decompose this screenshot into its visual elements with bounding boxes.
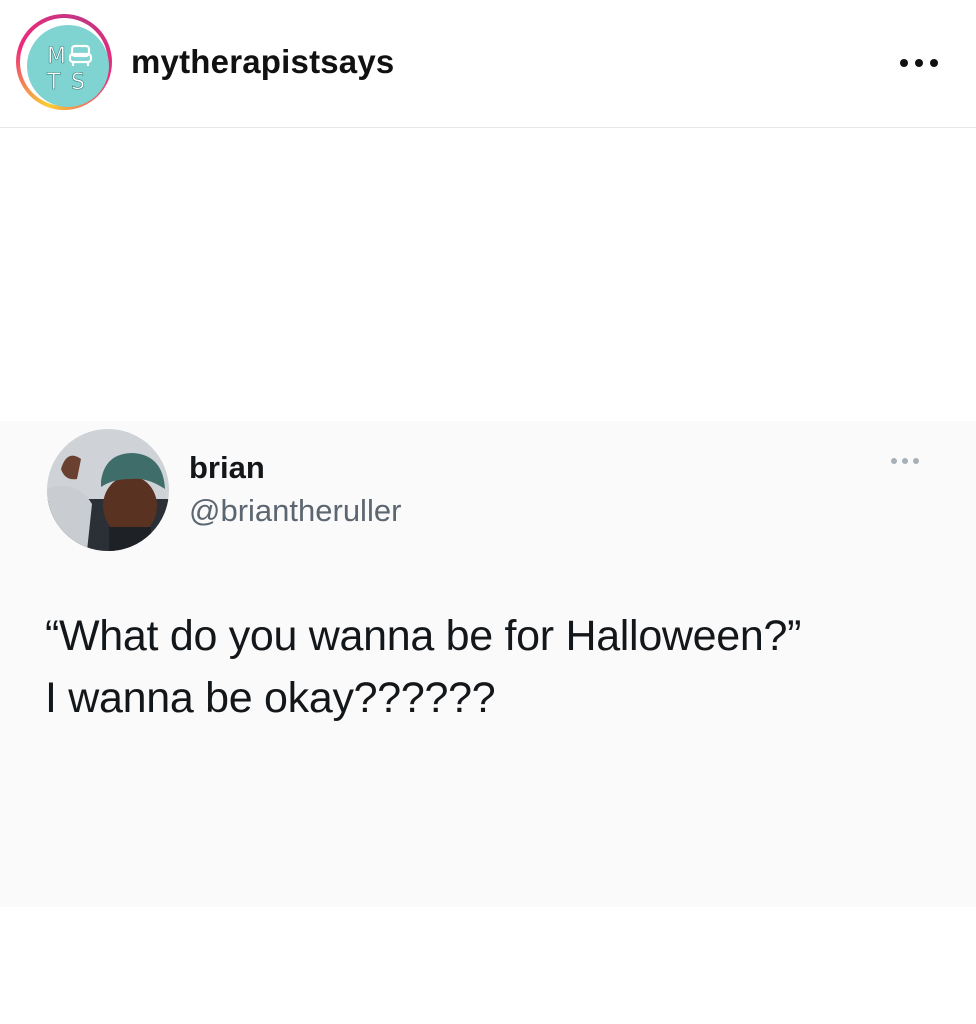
instagram-post: M T S mytherapistsays brian @briantherul…	[0, 0, 976, 1024]
account-username[interactable]: mytherapistsays	[131, 40, 394, 84]
tweet-display-name[interactable]: brian	[189, 448, 265, 488]
avatar-letter-t: T	[46, 70, 61, 95]
mts-logo-icon: M T S	[27, 25, 109, 107]
tweet-card: brian @briantheruller “What do you wanna…	[0, 421, 976, 907]
tweet-handle[interactable]: @briantheruller	[189, 491, 401, 531]
more-horizontal-icon	[900, 59, 908, 67]
tweet-text-line: I wanna be okay??????	[45, 674, 496, 722]
tweet-text-line: “What do you wanna be for Halloween?”	[45, 612, 802, 660]
tweet-avatar	[47, 429, 169, 551]
post-image[interactable]: brian @briantheruller “What do you wanna…	[0, 129, 976, 1024]
avatar-letter-s: S	[71, 70, 85, 95]
story-ring[interactable]: M T S	[16, 14, 112, 110]
tweet-more-button	[887, 451, 927, 471]
avatar-letter-m: M	[47, 44, 66, 69]
tweet-text: “What do you wanna be for Halloween?” I …	[45, 605, 945, 729]
more-options-button[interactable]	[892, 44, 948, 80]
post-header: M T S mytherapistsays	[0, 0, 976, 128]
more-horizontal-icon	[891, 458, 897, 464]
